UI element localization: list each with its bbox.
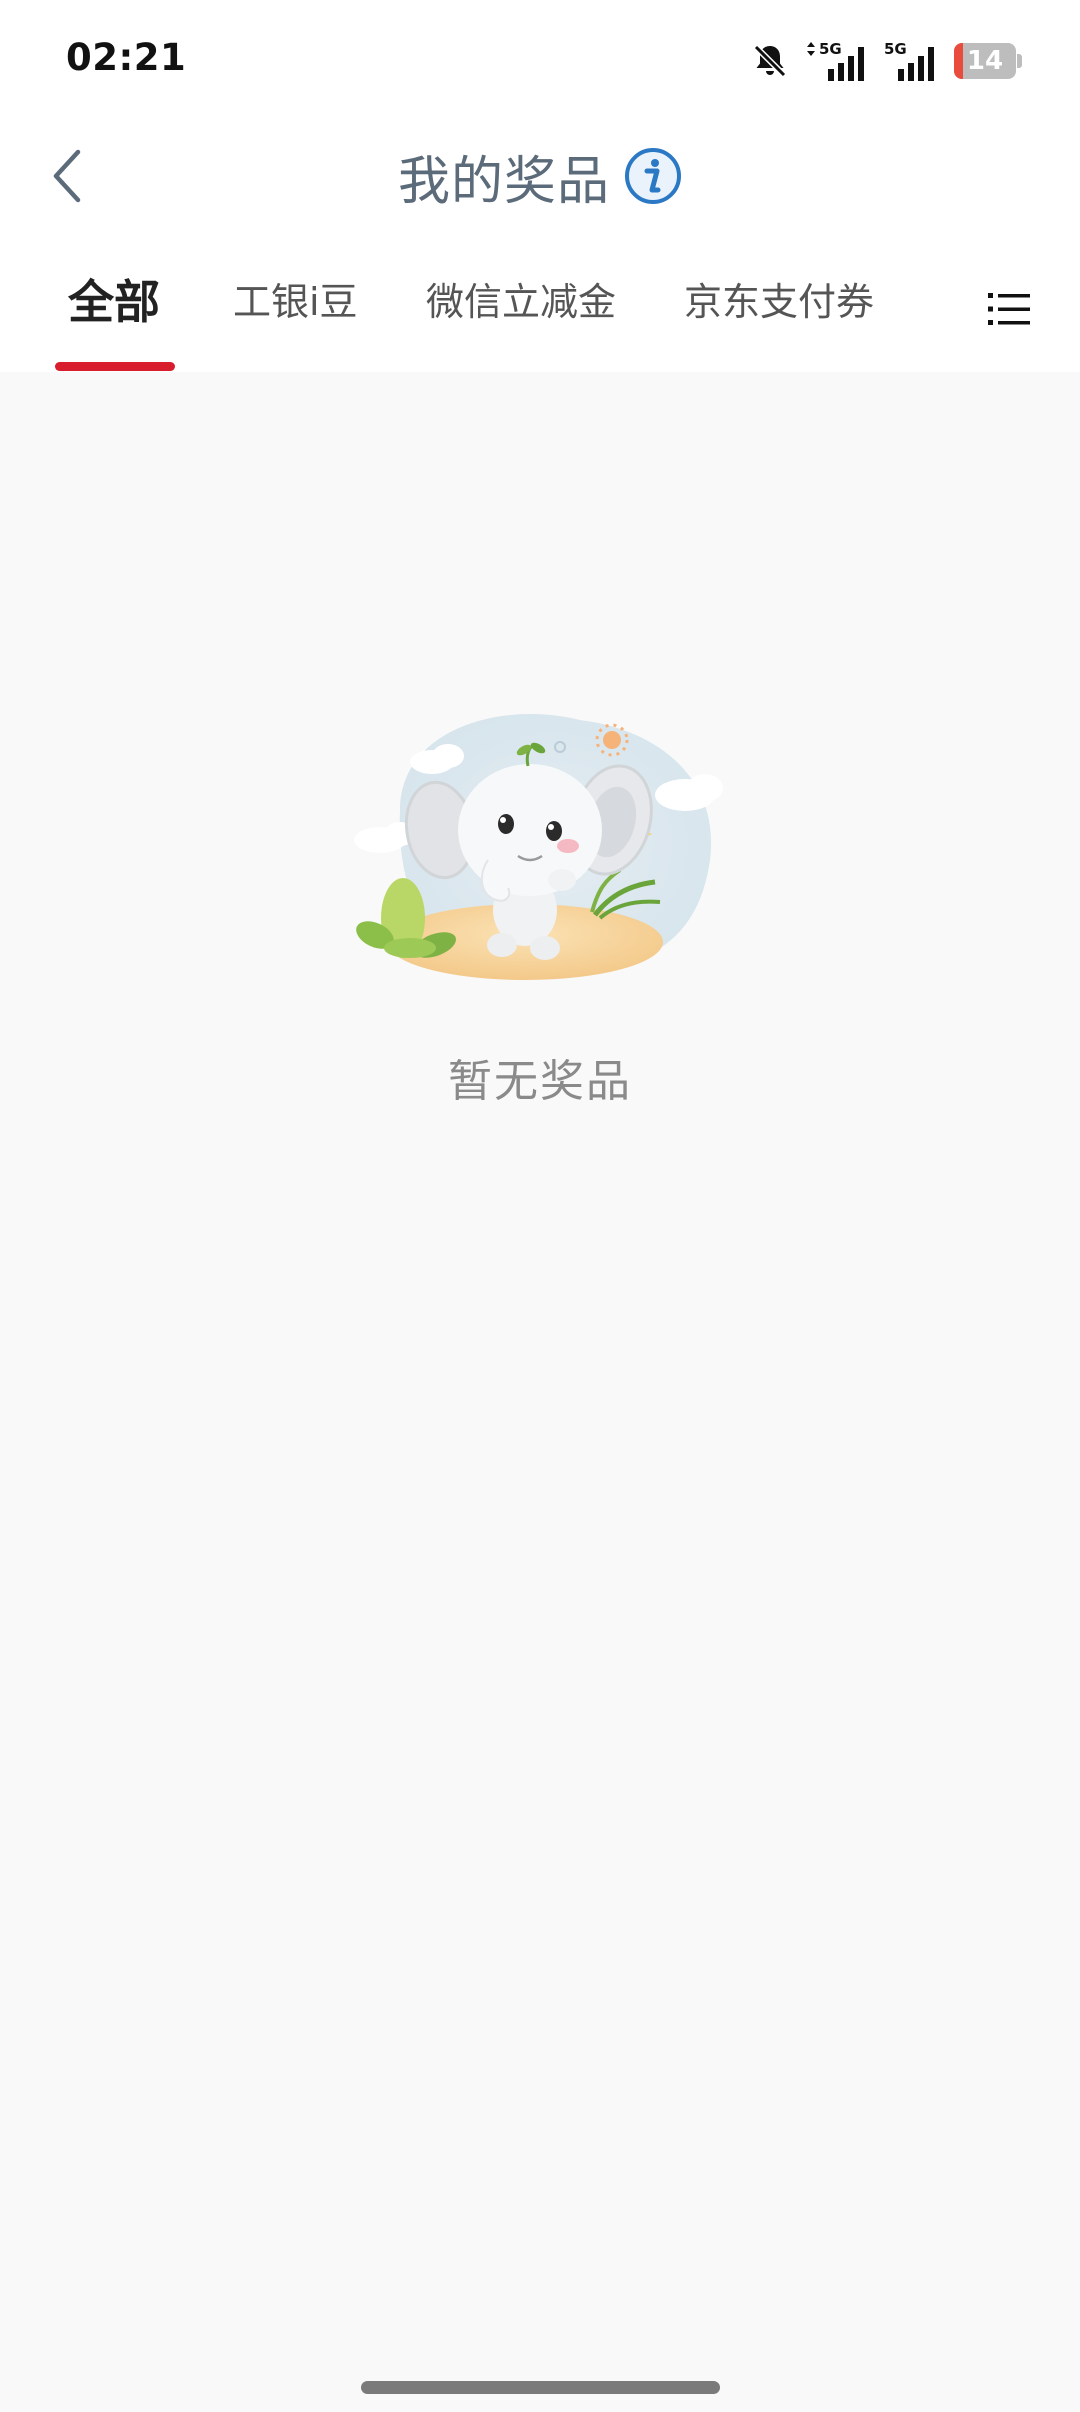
network-2-label: 5G — [884, 40, 907, 58]
network-1-label: 5G — [819, 40, 842, 58]
tab-jd-pay-coupon[interactable]: 京东支付券 — [684, 272, 874, 332]
tab-wechat-discount[interactable]: 微信立减金 — [426, 272, 616, 332]
signal-5g-icon: 5G — [807, 40, 864, 81]
status-icons: 5G 5G 14 — [750, 38, 1022, 84]
signal-5g-icon-2: 5G — [884, 40, 934, 81]
elephant-mascot-illustration — [354, 714, 723, 980]
active-tab-indicator — [55, 362, 175, 371]
battery-icon: 14 — [954, 43, 1022, 79]
battery-level: 14 — [966, 46, 1004, 76]
empty-state-message: 暂无奖品 — [448, 1056, 632, 1107]
nav-bar: 我的奖品 — [0, 120, 1080, 232]
bell-muted-icon — [753, 44, 787, 78]
list-menu-icon[interactable] — [986, 286, 1032, 332]
prize-tabs: 全部 工银i豆 微信立减金 京东支付券 — [0, 250, 1080, 371]
page-title: 我的奖品 — [397, 151, 610, 212]
home-indicator[interactable] — [361, 2381, 720, 2394]
status-bar: 02:21 5G 5G 14 — [0, 0, 1080, 120]
tab-all[interactable]: 全部 — [68, 272, 160, 332]
info-icon[interactable] — [624, 147, 682, 205]
status-time: 02:21 — [66, 36, 187, 79]
tab-icbc-ibean[interactable]: 工银i豆 — [233, 272, 358, 332]
